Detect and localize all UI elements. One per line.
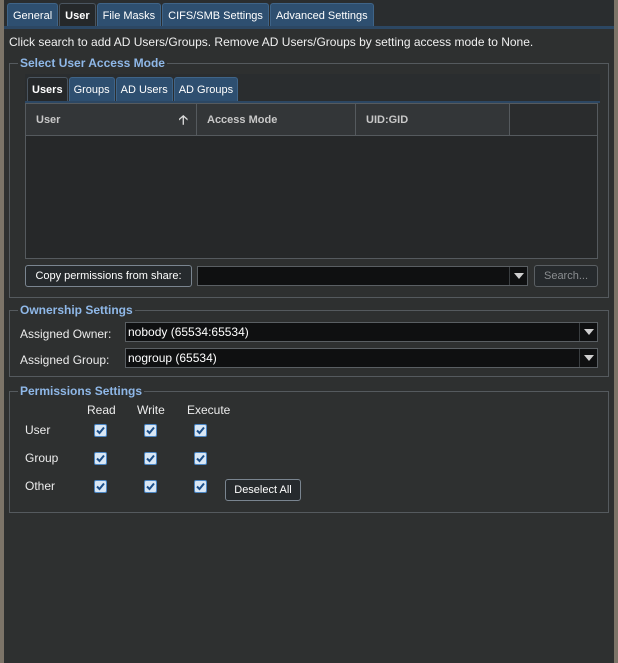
share-select[interactable] <box>197 266 528 286</box>
chevron-down-icon[interactable] <box>579 323 597 341</box>
checkmark-icon <box>196 454 205 463</box>
sort-ascending-icon: 🡡 <box>178 112 188 127</box>
assigned-group-select[interactable]: nogroup (65534) <box>125 348 598 368</box>
deselect-all-button[interactable]: Deselect All <box>225 479 301 501</box>
grid-header: User 🡡 Access Mode UID:GID <box>26 104 597 136</box>
tab-file-masks[interactable]: File Masks <box>96 3 162 26</box>
users-grid: User 🡡 Access Mode UID:GID <box>25 103 598 259</box>
subtab-users[interactable]: Users <box>27 77 68 101</box>
tab-general[interactable]: General <box>7 3 59 26</box>
access-mode-subtab-bar: Users Groups AD Users AD Groups <box>25 74 600 103</box>
copy-permissions-button[interactable]: Copy permissions from share: <box>25 265 192 287</box>
access-mode-legend: Select User Access Mode <box>20 56 165 70</box>
checkbox-user-execute[interactable] <box>194 424 207 437</box>
subtab-groups[interactable]: Groups <box>68 77 115 101</box>
checkbox-other-execute[interactable] <box>194 480 207 493</box>
chevron-down-icon[interactable] <box>509 267 527 285</box>
assigned-group-label: Assigned Group: <box>20 353 110 367</box>
checkmark-icon <box>146 454 155 463</box>
tab-user[interactable]: User <box>59 3 96 26</box>
checkbox-user-read[interactable] <box>94 424 107 437</box>
column-header-access-mode[interactable]: Access Mode <box>197 104 356 136</box>
checkbox-group-write[interactable] <box>144 452 157 465</box>
checkbox-group-read[interactable] <box>94 452 107 465</box>
assigned-owner-select[interactable]: nobody (65534:65534) <box>125 322 598 342</box>
permission-row-label-other: Other <box>25 479 56 493</box>
checkbox-group-execute[interactable] <box>194 452 207 465</box>
subtab-ad-users[interactable]: AD Users <box>115 77 173 101</box>
column-user-label: User <box>36 114 61 126</box>
assigned-group-value: nogroup (65534) <box>128 351 217 365</box>
search-button[interactable]: Search... <box>534 265 598 287</box>
column-header-uid-gid[interactable]: UID:GID <box>356 104 510 136</box>
permission-row-label-group: Group <box>25 451 59 465</box>
tab-bar: General User File Masks CIFS/SMB Setting… <box>4 0 614 29</box>
checkmark-icon <box>146 426 155 435</box>
execute-column-header: Execute <box>187 403 231 417</box>
read-column-header: Read <box>87 403 116 417</box>
ownership-legend: Ownership Settings <box>20 303 133 317</box>
checkmark-icon <box>196 482 205 491</box>
permission-row-label-user: User <box>25 423 51 437</box>
permissions-legend: Permissions Settings <box>20 384 143 398</box>
checkbox-other-write[interactable] <box>144 480 157 493</box>
checkmark-icon <box>146 482 155 491</box>
tab-cifs-smb-settings[interactable]: CIFS/SMB Settings <box>162 3 269 26</box>
checkbox-user-write[interactable] <box>144 424 157 437</box>
column-header-user[interactable]: User 🡡 <box>26 104 197 136</box>
assigned-owner-label: Assigned Owner: <box>20 327 112 341</box>
checkmark-icon <box>96 454 105 463</box>
checkmark-icon <box>96 482 105 491</box>
column-header-filler <box>510 104 597 136</box>
subtab-ad-groups[interactable]: AD Groups <box>173 77 239 101</box>
write-column-header: Write <box>137 403 165 417</box>
tab-advanced-settings[interactable]: Advanced Settings <box>269 3 374 26</box>
chevron-down-icon[interactable] <box>579 349 597 367</box>
checkmark-icon <box>96 426 105 435</box>
window: General User File Masks CIFS/SMB Setting… <box>4 0 614 663</box>
assigned-owner-value: nobody (65534:65534) <box>128 325 249 339</box>
checkbox-other-read[interactable] <box>94 480 107 493</box>
checkmark-icon <box>196 426 205 435</box>
info-text: Click search to add AD Users/Groups. Rem… <box>9 35 534 49</box>
